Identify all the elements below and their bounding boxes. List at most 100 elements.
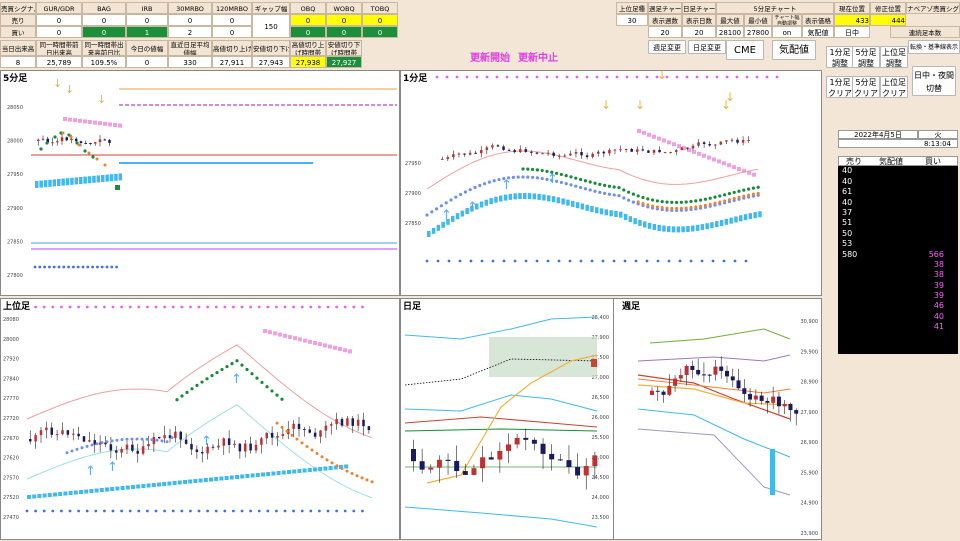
reset-line-button[interactable]: 転換・基準線表示 — [908, 40, 960, 54]
blue-dot — [103, 509, 106, 513]
blue-dot — [60, 509, 63, 513]
pink-square — [652, 134, 656, 139]
blue-dot — [568, 259, 572, 263]
board-buy — [912, 229, 952, 239]
green-dot — [531, 167, 535, 172]
blue-dot — [473, 185, 477, 190]
chart-upper[interactable]: 28080 28000 27920 27840 27770 27720 27670 27620… — [0, 298, 400, 540]
hdr-tobq: TOBQ — [362, 2, 398, 14]
sub-hdr-0: 当日出来高 — [0, 40, 36, 56]
cyan-block — [700, 224, 705, 231]
up-arrow-icon: ↑ — [441, 208, 452, 223]
candle-body — [238, 443, 242, 452]
adjust-1m-button[interactable]: 1分足調整 — [826, 46, 854, 68]
buy-wobq: 0 — [326, 26, 362, 38]
candle-body — [759, 395, 764, 401]
btn-auto-count[interactable]: 連続足本数 — [890, 26, 960, 38]
cyan-block — [580, 203, 585, 210]
rv-2[interactable]: 20 — [682, 26, 716, 38]
chart-1min[interactable]: 27950 27900 27850 ↑ ↑ ↑ ↑ ↓ ↓ ↓ ↓ ↓ 1分足 — [400, 68, 822, 296]
candle-body — [736, 139, 739, 143]
candle-body — [686, 147, 689, 149]
candle-body — [276, 435, 279, 438]
week-change-button[interactable]: 週足変更 — [648, 40, 686, 54]
magenta-dot — [485, 75, 489, 79]
candle-body — [136, 450, 139, 454]
cme-button[interactable]: CME — [726, 40, 764, 60]
green-dot — [190, 387, 194, 391]
clear-upper-button[interactable]: 上位足クリア — [880, 76, 908, 98]
rv-6[interactable]: 気配値 — [802, 26, 834, 38]
cyan-block — [667, 226, 671, 233]
green-dot — [641, 195, 645, 200]
blue-dot — [309, 509, 313, 513]
green-dot — [225, 364, 229, 369]
cyan-block — [37, 494, 42, 498]
magenta-dot — [535, 75, 539, 79]
pink-square — [712, 157, 716, 162]
magenta-dot — [361, 305, 364, 309]
chart-daily[interactable]: 28,400 27,900 27,500 27,000 26,500 26,000 25,5… — [400, 298, 614, 540]
magenta-dot — [475, 75, 479, 79]
blue-dot — [449, 198, 453, 202]
board-buy: 38 — [933, 270, 944, 280]
magenta-dot — [555, 75, 559, 79]
blue-dot — [631, 200, 635, 204]
green-dot — [265, 385, 269, 389]
rv-4[interactable]: 27800 — [744, 26, 772, 38]
update-start-button[interactable]: 更新開始 — [470, 49, 510, 64]
adjust-5m-button[interactable]: 5分足調整 — [852, 46, 880, 68]
day-night-toggle-button[interactable]: 日中・夜間切替 — [912, 66, 956, 96]
orange-dot — [365, 478, 369, 482]
rv-7[interactable]: 日中 — [834, 26, 870, 38]
blue-dot — [130, 437, 134, 441]
board-price: 27,950 — [884, 239, 912, 249]
candle-body — [324, 425, 328, 431]
board-buy — [912, 218, 952, 228]
rv-3[interactable]: 28100 — [716, 26, 744, 38]
board-price: 27,910 — [884, 280, 912, 290]
board-sell: 53 — [842, 239, 853, 249]
clear-1m-button[interactable]: 1分足クリア — [826, 76, 854, 98]
board-price: 27,970 — [884, 218, 912, 228]
adjust-upper-button[interactable]: 上位足調整 — [880, 46, 908, 68]
board-row: 37 27,980 — [838, 208, 958, 218]
green-dot — [708, 196, 712, 200]
candle-body — [367, 426, 371, 431]
candle-body — [608, 149, 611, 154]
clear-5m-button[interactable]: 5分足クリア — [852, 76, 880, 98]
blue-dot — [125, 437, 129, 441]
candle-body — [524, 149, 528, 152]
candle-body — [719, 366, 724, 371]
blue-dot — [48, 265, 51, 269]
green-dot — [180, 394, 184, 398]
magenta-dot — [765, 75, 769, 79]
candle-body — [82, 436, 86, 442]
candle-body — [222, 438, 225, 446]
magenta-dot — [146, 305, 149, 309]
quote-button[interactable]: 気配値 — [772, 40, 816, 60]
day-change-button[interactable]: 日足変更 — [688, 40, 726, 54]
candle-body — [308, 429, 311, 433]
rv-5[interactable]: on — [772, 26, 802, 38]
blue-dot — [478, 183, 482, 188]
blue-dot — [95, 442, 99, 446]
blue-dot — [115, 265, 118, 269]
update-stop-button[interactable]: 更新中止 — [518, 49, 558, 64]
candle-body — [684, 365, 689, 376]
pink-square — [338, 347, 342, 351]
candle-body — [319, 430, 322, 437]
cyan-block — [753, 212, 757, 219]
buy-30: 2 — [168, 26, 212, 38]
chart-5min[interactable]: 28050 28000 27950 27900 27850 27800 ↓ ↓ ↓ 5分足 — [0, 70, 400, 296]
blue-dot — [96, 265, 99, 269]
chart-weekly[interactable]: 30,900 29,900 28,900 27,900 26,900 25,900 24,9… — [614, 298, 822, 540]
green-dot — [526, 167, 530, 171]
blue-dot — [150, 438, 154, 442]
cyan-block — [427, 231, 431, 237]
down-arrow-icon: ↓ — [657, 71, 667, 82]
rv-1[interactable]: 20 — [648, 26, 682, 38]
blue-dot — [110, 439, 114, 443]
magenta-dot — [635, 75, 639, 79]
magenta-dot — [240, 305, 244, 309]
